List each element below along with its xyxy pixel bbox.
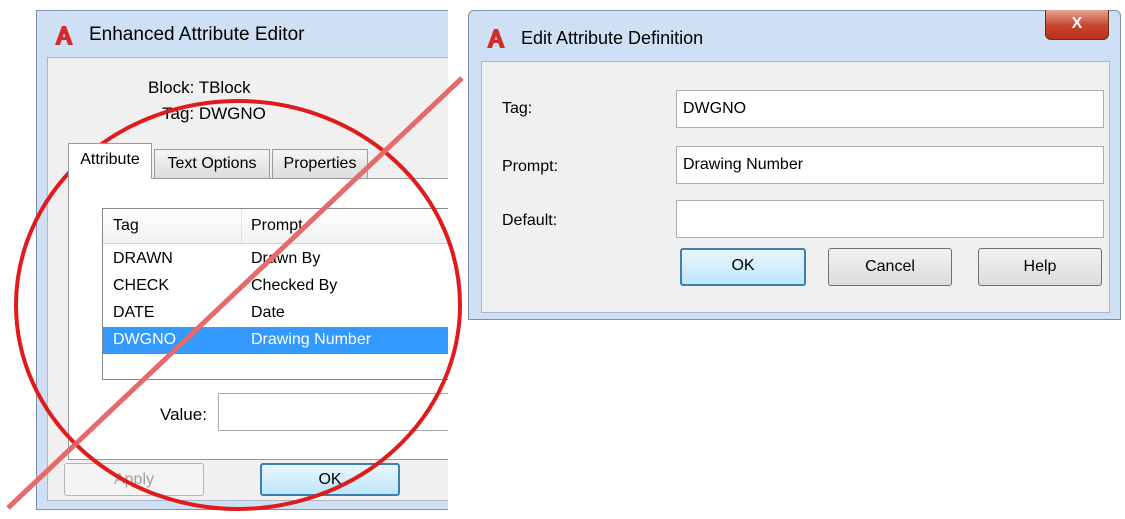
row-tag: DWGNO <box>113 331 177 348</box>
row-tag: DATE <box>113 304 155 321</box>
column-divider[interactable] <box>241 209 242 243</box>
close-icon: X <box>1071 15 1083 32</box>
prompt-field-label: Prompt: <box>502 158 559 175</box>
prompt-field[interactable]: Drawing Number <box>676 146 1104 184</box>
window-title: Edit Attribute Definition <box>521 28 704 48</box>
default-field-label: Default: <box>502 212 558 229</box>
ok-button[interactable]: OK <box>680 248 806 286</box>
column-header-tag[interactable]: Tag <box>113 217 139 235</box>
value-input[interactable] <box>218 393 448 431</box>
list-item[interactable]: CHECK Checked By <box>103 273 448 300</box>
row-tag: CHECK <box>113 277 170 294</box>
list-header: Tag Prompt <box>103 209 448 244</box>
window-title: Enhanced Attribute Editor <box>89 24 305 45</box>
row-prompt: Drawn By <box>251 250 321 267</box>
close-button[interactable]: X <box>1045 10 1109 40</box>
tab-text-options[interactable]: Text Options <box>154 149 270 179</box>
default-field[interactable] <box>676 200 1104 238</box>
value-label: Value: <box>160 405 207 424</box>
row-tag: DRAWN <box>113 250 173 267</box>
list-item[interactable]: DATE Date <box>103 300 448 327</box>
row-prompt: Drawing Number <box>251 331 372 348</box>
enhanced-attribute-editor-window: Enhanced Attribute Editor Block: TBlock … <box>36 10 448 510</box>
tag-field-label: Tag: <box>502 100 533 117</box>
tag-name-label: Tag: DWGNO <box>162 104 266 123</box>
help-button[interactable]: Help <box>978 248 1102 286</box>
tag-field[interactable]: DWGNO <box>676 90 1104 128</box>
edit-attribute-definition-window: Edit Attribute Definition X Tag: DWGNO P… <box>468 10 1121 320</box>
attribute-list[interactable]: Tag Prompt DRAWN Drawn By CHECK Checked … <box>102 208 448 380</box>
list-item-selected[interactable]: DWGNO Drawing Number <box>103 327 448 354</box>
list-item[interactable]: DRAWN Drawn By <box>103 246 448 273</box>
tab-attribute[interactable]: Attribute <box>68 143 152 179</box>
cancel-button[interactable]: Cancel <box>828 248 952 286</box>
autocad-logo-icon <box>55 26 73 45</box>
tab-properties[interactable]: Properties <box>272 149 368 179</box>
title-bar: Enhanced Attribute Editor <box>37 11 448 57</box>
row-prompt: Date <box>251 304 285 321</box>
autocad-logo-icon <box>487 29 505 48</box>
row-prompt: Checked By <box>251 277 338 294</box>
apply-button[interactable]: Apply <box>64 463 204 496</box>
dialog-body: Tag: DWGNO Prompt: Drawing Number Defaul… <box>481 61 1110 313</box>
block-name-label: Block: TBlock <box>148 78 251 97</box>
dialog-body: Block: TBlock Tag: DWGNO Attribute Text … <box>47 57 448 501</box>
ok-button[interactable]: OK <box>260 463 400 496</box>
column-header-prompt[interactable]: Prompt <box>251 217 303 235</box>
